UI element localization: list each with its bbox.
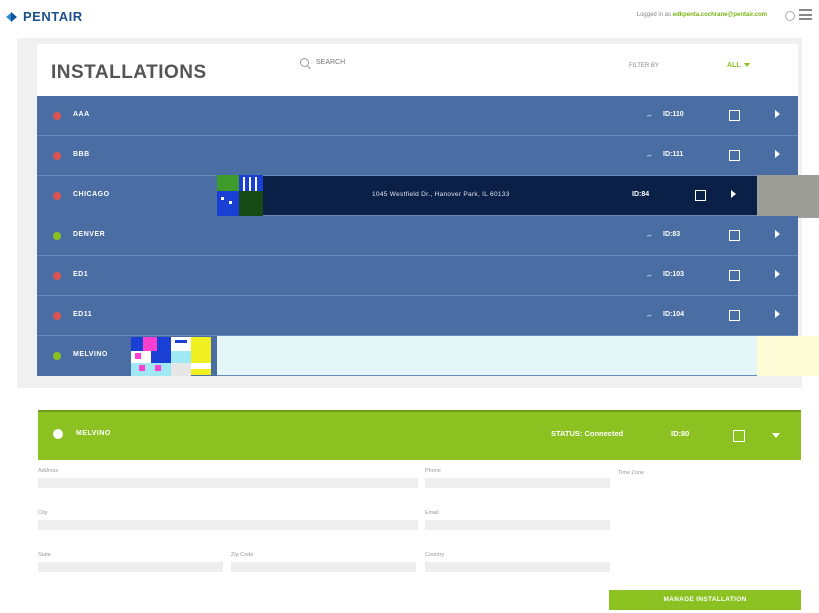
installation-row[interactable]: BBB – ID:111: [37, 136, 798, 176]
chevron-right-icon[interactable]: [731, 190, 736, 198]
installation-row[interactable]: DENVER – ID:83: [37, 216, 798, 256]
chevron-right-icon[interactable]: [775, 230, 780, 238]
installation-name: BBB: [73, 151, 90, 158]
phone-label: Phone: [425, 468, 441, 474]
country-field: Country: [425, 552, 610, 572]
search-input[interactable]: [316, 59, 476, 66]
installation-id: ID:83: [663, 231, 681, 238]
country-value[interactable]: [425, 562, 610, 572]
detail-installation-id: ID:80: [671, 429, 690, 438]
search-icon[interactable]: [300, 58, 309, 67]
render-artifact: [131, 337, 217, 377]
filter-dropdown[interactable]: ALL: [727, 62, 750, 69]
chevron-right-icon[interactable]: [775, 110, 780, 118]
detail-checkbox[interactable]: [733, 430, 745, 442]
email-field: Email: [425, 510, 610, 530]
status-dot-online: [53, 352, 61, 360]
installation-name: AAA: [73, 111, 90, 118]
logo-mark-icon: [6, 10, 20, 24]
chevron-right-icon[interactable]: [775, 150, 780, 158]
row-checkbox[interactable]: [729, 110, 740, 121]
chevron-down-icon[interactable]: [772, 433, 780, 438]
state-field: State: [38, 552, 223, 572]
status-dot-offline: [53, 112, 61, 120]
chevron-right-icon[interactable]: [775, 270, 780, 278]
detail-installation-name: MELVINO: [76, 430, 111, 437]
menu-icon[interactable]: [799, 9, 812, 20]
installation-name: ED1: [73, 271, 89, 278]
installation-name: ED11: [73, 311, 93, 318]
installation-id: ID:103: [663, 271, 685, 278]
status-dot-offline: [53, 152, 61, 160]
installation-id: ID:84: [632, 191, 650, 198]
row-name-cell: [37, 176, 217, 216]
city-value[interactable]: [38, 520, 418, 530]
row-dash: –: [647, 231, 652, 240]
status-dot-offline: [53, 192, 61, 200]
top-bar: PENTAIR Logged in as edkpenta.cochrane@p…: [0, 0, 819, 34]
address-value[interactable]: [38, 478, 418, 488]
installation-row-selected[interactable]: CHICAGO 1045 Westfield Dr., Hanover Park…: [37, 175, 819, 218]
connection-status: STATUS: Connected: [551, 429, 624, 438]
logged-in-email[interactable]: edkpenta.cochrane@pentair.com: [673, 12, 767, 18]
installation-name: MELVINO: [73, 351, 108, 358]
address-field: Address: [38, 468, 418, 488]
installation-id: ID:110: [663, 111, 684, 118]
address-label: Address: [38, 468, 59, 474]
installation-name: CHICAGO: [73, 191, 110, 198]
row-dash: –: [647, 271, 652, 280]
installations-list: AAA – ID:110 BBB – ID:111 CHICAGO 1045 W…: [37, 96, 819, 377]
installation-row-active[interactable]: MELVINO: [37, 336, 819, 377]
logged-in-prefix: Logged in as: [636, 12, 672, 18]
state-label: State: [38, 552, 51, 558]
city-label: City: [38, 510, 48, 516]
installation-name: DENVER: [73, 231, 106, 238]
row-checkbox[interactable]: [695, 190, 706, 201]
zip-field: Zip Code: [231, 552, 416, 572]
city-field: City: [38, 510, 418, 530]
phone-field: Phone: [425, 468, 610, 488]
manage-installation-button[interactable]: MANAGE INSTALLATION: [609, 590, 801, 610]
render-artifact: [217, 175, 263, 217]
brand-name: PENTAIR: [23, 9, 83, 24]
settings-icon[interactable]: [785, 11, 795, 21]
row-side-tab: [757, 175, 819, 218]
installation-detail-card: MELVINO STATUS: Connected ID:80 Address …: [38, 410, 801, 610]
detail-header[interactable]: MELVINO STATUS: Connected ID:80: [38, 410, 801, 460]
search-bar[interactable]: [300, 58, 476, 67]
row-checkbox[interactable]: [729, 270, 740, 281]
row-dash: –: [647, 111, 652, 120]
installation-row[interactable]: AAA – ID:110: [37, 96, 798, 136]
page-title: INSTALLATIONS: [51, 62, 207, 83]
installation-id: ID:111: [663, 151, 684, 158]
state-value[interactable]: [38, 562, 223, 572]
status-dot-offline: [53, 272, 61, 280]
installation-row[interactable]: ED1 – ID:103: [37, 256, 798, 296]
email-value[interactable]: [425, 520, 610, 530]
status-dot-online: [53, 429, 63, 439]
row-checkbox[interactable]: [729, 310, 740, 321]
row-checkbox[interactable]: [729, 150, 740, 161]
installation-id: ID:104: [663, 311, 685, 318]
installations-header: INSTALLATIONS FILTER BY ALL: [37, 44, 798, 96]
timezone-label: Time Zone: [618, 470, 645, 476]
row-side-tab: [757, 336, 819, 376]
email-label: Email: [425, 510, 439, 516]
installation-row[interactable]: ED11 – ID:104: [37, 296, 798, 336]
row-dash: –: [647, 311, 652, 320]
status-dot-online: [53, 232, 61, 240]
status-dot-offline: [53, 312, 61, 320]
pentair-logo[interactable]: PENTAIR: [6, 9, 83, 24]
chevron-right-icon[interactable]: [775, 310, 780, 318]
installation-address: 1045 Westfield Dr., Hanover Park, IL 601…: [372, 191, 510, 198]
phone-value[interactable]: [425, 478, 610, 488]
row-dash: –: [647, 151, 652, 160]
filter-label: FILTER BY: [629, 63, 659, 69]
zip-value[interactable]: [231, 562, 416, 572]
zip-label: Zip Code: [231, 552, 254, 558]
logged-in-info: Logged in as edkpenta.cochrane@pentair.c…: [637, 12, 767, 18]
row-checkbox[interactable]: [729, 230, 740, 241]
country-label: Country: [425, 552, 445, 558]
